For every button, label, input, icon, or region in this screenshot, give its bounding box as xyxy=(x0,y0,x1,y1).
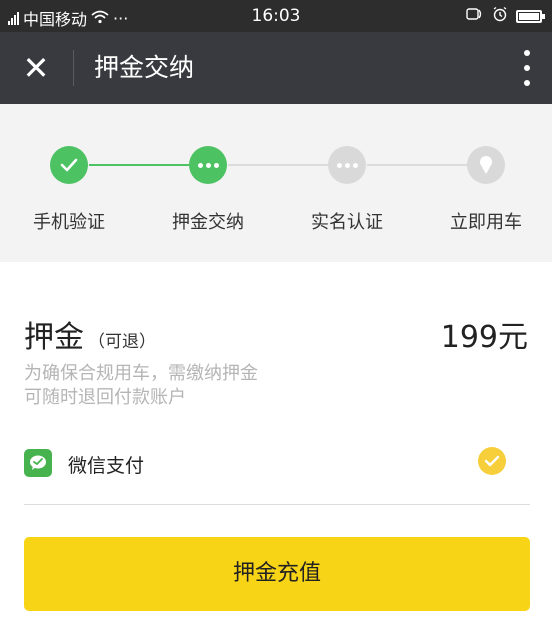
nav-bar: ✕ 押金交纳 xyxy=(0,32,552,104)
payment-method-wechat[interactable]: 微信支付 xyxy=(24,445,530,481)
step-2-dots-icon xyxy=(189,146,227,184)
alarm-icon xyxy=(492,6,508,26)
deposit-desc-line-1: 为确保合规用车，需缴纳押金 xyxy=(24,363,258,384)
step-connector xyxy=(89,164,189,166)
page-title: 押金交纳 xyxy=(94,53,195,82)
step-label-phone-verify: 手机验证 xyxy=(33,212,105,233)
deposit-desc-line-2: 可随时退回付款账户 xyxy=(24,387,186,408)
step-label-deposit: 押金交纳 xyxy=(172,212,244,233)
step-label-real-name: 实名认证 xyxy=(311,212,383,233)
step-connector xyxy=(367,164,467,166)
recharge-deposit-button[interactable]: 押金充值 xyxy=(24,537,530,611)
deposit-title: 押金 （可退） xyxy=(24,312,156,356)
deposit-amount: 199元 xyxy=(440,320,528,355)
nfc-icon xyxy=(466,7,484,25)
status-bar: 中国移动 ··· 16:03 xyxy=(0,0,552,32)
deposit-title-text: 押金 xyxy=(24,320,84,355)
step-connector xyxy=(228,164,328,166)
nav-divider xyxy=(73,50,74,86)
battery-icon xyxy=(516,9,545,23)
selected-check-icon[interactable] xyxy=(478,447,506,475)
status-right xyxy=(466,6,545,26)
deposit-refundable-note: （可退） xyxy=(88,332,156,352)
deposit-description: 为确保合规用车，需缴纳押金 可随时退回付款账户 xyxy=(24,362,354,410)
wechat-pay-icon xyxy=(24,449,52,477)
step-3-dots-icon xyxy=(328,146,366,184)
step-label-ride-now: 立即用车 xyxy=(450,212,522,233)
step-1-check-icon xyxy=(50,146,88,184)
step-4-location-icon xyxy=(467,146,505,184)
payment-method-label: 微信支付 xyxy=(68,455,145,477)
step-indicator: 手机验证 押金交纳 实名认证 立即用车 xyxy=(0,104,552,260)
divider xyxy=(24,504,530,505)
deposit-card: 押金 （可退） 199元 为确保合规用车，需缴纳押金 可随时退回付款账户 微信支付… xyxy=(0,262,552,628)
more-options-icon[interactable] xyxy=(522,50,532,86)
close-icon[interactable]: ✕ xyxy=(18,52,54,84)
